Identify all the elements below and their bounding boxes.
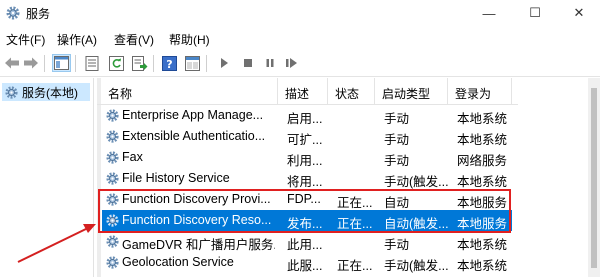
annotation-arrow-icon xyxy=(17,224,96,263)
